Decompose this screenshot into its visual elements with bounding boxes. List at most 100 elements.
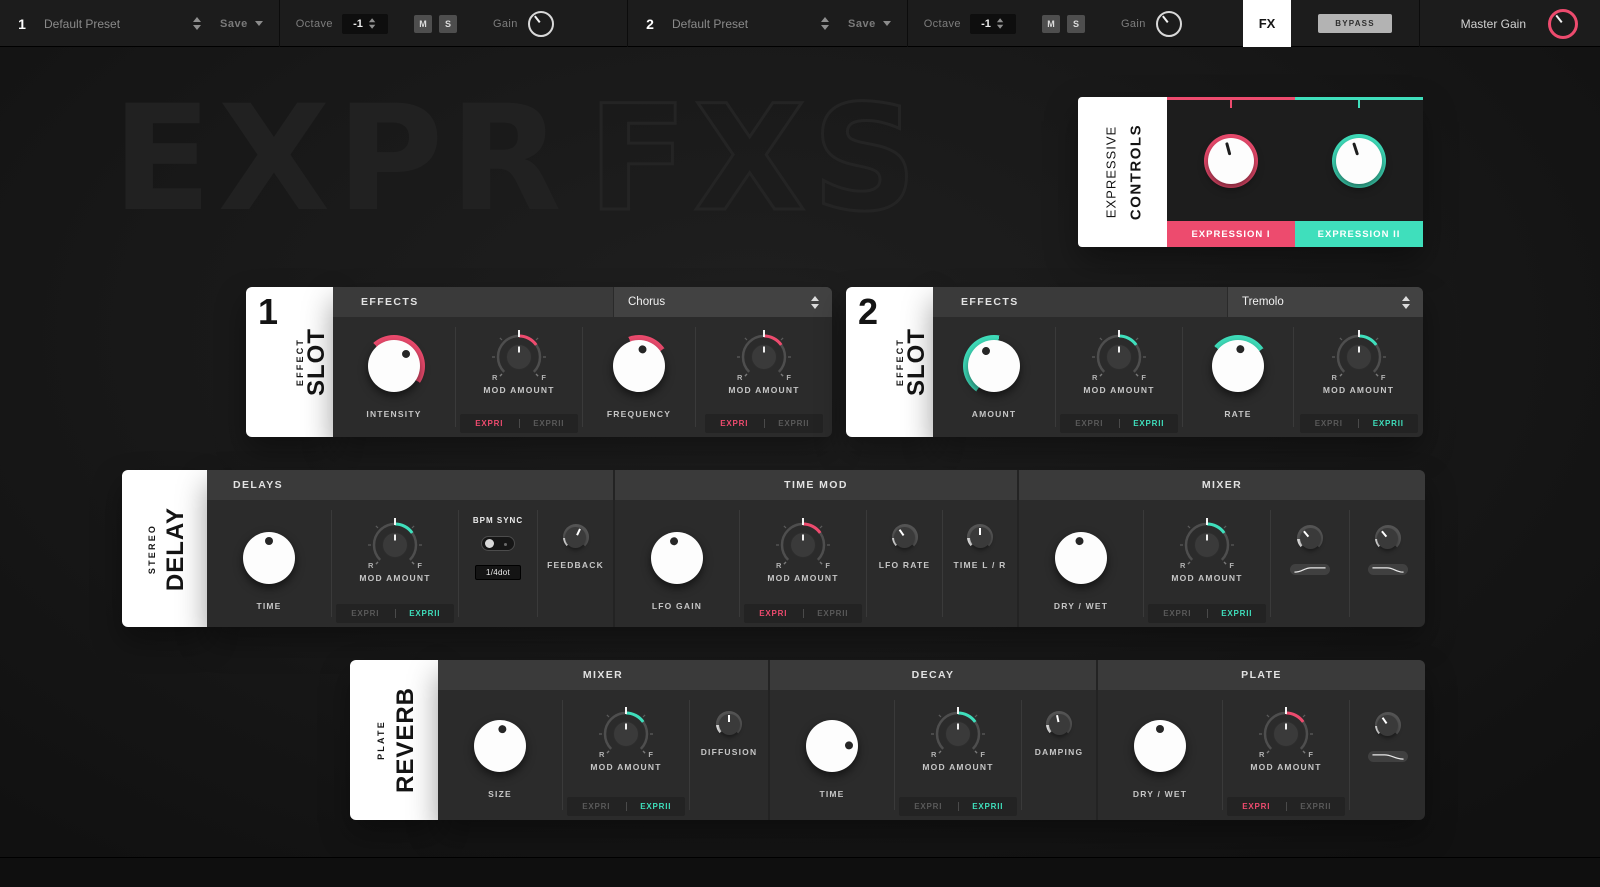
gain-knob-1[interactable] [527,10,554,37]
expri-option[interactable]: EXPRI [1227,797,1286,816]
diffusion-knob[interactable] [716,711,742,737]
expri-option[interactable]: EXPRI [705,414,764,433]
mod-range-r: R [931,750,937,759]
intensity-knob[interactable] [363,335,425,397]
effect-selector-2[interactable]: Tremolo [1227,287,1423,317]
updown-stepper-icon[interactable] [193,17,202,30]
rate-knob[interactable] [1207,335,1269,397]
expri-option[interactable]: EXPRI [336,604,395,623]
effect-selector-1[interactable]: Chorus [613,287,832,317]
lfo-rate-knob[interactable] [891,524,918,550]
preset-selector-1[interactable]: Default Preset [44,17,202,31]
mute-button-2[interactable]: M [1041,14,1060,33]
expression-assign-toggle[interactable]: EXPRI EXPRII [567,797,685,816]
expri-option[interactable]: EXPRI [567,797,626,816]
knob-label: DRY / WET [1053,601,1109,611]
expri-option[interactable]: EXPRI [899,797,958,816]
reverb-dry-wet-knob[interactable] [1129,715,1191,777]
master-gain-knob[interactable] [1548,8,1578,39]
side-label-bold: DELAY [162,506,189,591]
channel-2-strip: 2 Default Preset Save Octave -1 M S Gain [627,0,1243,47]
highpass-curve-icon[interactable] [1290,564,1330,575]
frequency-knob[interactable] [608,335,670,397]
mod-amount-knob[interactable]: R F [765,515,841,571]
exprii-option[interactable]: EXPRII [804,604,863,623]
bypass-button[interactable]: BYPASS [1318,14,1392,33]
expression-assign-toggle[interactable]: EXPRI EXPRII [1148,604,1266,623]
effect-value: Chorus [628,296,666,308]
mod-amount-knob[interactable]: R F [1081,327,1157,383]
expression-2-knob[interactable] [1332,134,1386,188]
exprii-option[interactable]: EXPRII [765,414,824,433]
feedback-knob[interactable] [562,524,589,550]
expri-option[interactable]: EXPRI [1148,604,1207,623]
expri-option[interactable]: EXPRI [1300,414,1359,433]
updown-stepper-icon[interactable] [368,18,376,29]
exprii-option[interactable]: EXPRII [1359,414,1418,433]
damping-knob[interactable] [1046,711,1072,737]
gain-knob-2[interactable] [1155,10,1182,37]
expression-assign-toggle[interactable]: EXPRI EXPRII [1299,414,1418,433]
octave-stepper-2[interactable]: -1 [969,13,1016,34]
solo-button-1[interactable]: S [438,14,457,33]
exprii-option[interactable]: EXPRII [396,604,455,623]
amount-knob[interactable] [963,335,1025,397]
expression-assign-toggle[interactable]: EXPRI EXPRII [744,604,862,623]
highpass-filter-control [1271,500,1349,627]
mod-amount-knob[interactable]: R F [1169,515,1245,571]
mod-amount-knob[interactable]: R F [1248,704,1324,760]
mod-amount-knob[interactable]: R F [357,515,433,571]
expression-assign-toggle[interactable]: EXPRI EXPRII [1060,414,1178,433]
lowpass-curve-icon[interactable] [1367,564,1408,575]
mod-amount-knob[interactable]: R F [588,704,664,760]
dry-wet-knob[interactable] [1050,527,1112,589]
expri-option[interactable]: EXPRI [460,414,519,433]
expressive-controls-side-label: EXPRESSIVE CONTROLS [1078,97,1167,247]
save-button-1[interactable]: Save [220,18,263,30]
exprii-option[interactable]: EXPRII [1287,797,1346,816]
bpm-sync-control: BPM SYNC 1/4dot [459,500,537,627]
exprii-option[interactable]: EXPRII [959,797,1018,816]
expression-assign-toggle[interactable]: EXPRI EXPRII [1227,797,1345,816]
octave-stepper-1[interactable]: -1 [341,13,388,34]
mod-amount-knob[interactable]: R F [481,327,557,383]
preset-selector-2[interactable]: Default Preset [672,17,830,31]
fx-tab[interactable]: FX [1243,0,1291,47]
preset-value: Default Preset [44,16,121,31]
expri-option[interactable]: EXPRI [1060,414,1119,433]
expression-assign-toggle[interactable]: EXPRI EXPRII [460,414,578,433]
mod-range-r: R [599,750,605,759]
sync-value-box[interactable]: 1/4dot [475,565,521,580]
save-button-2[interactable]: Save [848,18,891,30]
mod-amount-knob[interactable]: R F [1321,327,1397,383]
highpass-filter-knob[interactable] [1297,525,1323,551]
expression-assign-toggle[interactable]: EXPRI EXPRII [705,414,823,433]
exprii-option[interactable]: EXPRII [1208,604,1267,623]
solo-button-2[interactable]: S [1066,14,1085,33]
updown-stepper-icon[interactable] [996,18,1004,29]
updown-stepper-icon[interactable] [811,295,820,309]
mod-amount-knob[interactable]: R F [726,327,802,383]
expression-1-knob[interactable] [1204,134,1258,188]
updown-stepper-icon[interactable] [1402,295,1411,309]
plate-reverb-side-label: PLATE REVERB [350,660,438,820]
bpm-sync-switch[interactable] [481,536,515,551]
time-lr-knob[interactable] [967,524,993,550]
time-knob[interactable] [238,527,300,589]
save-label: Save [220,17,248,30]
mod-amount-knob[interactable]: R F [920,704,996,760]
mute-button-1[interactable]: M [413,14,432,33]
expression-assign-toggle[interactable]: EXPRI EXPRII [899,797,1017,816]
lowpass-filter-knob[interactable] [1374,525,1401,551]
exprii-option[interactable]: EXPRII [520,414,579,433]
lowpass-curve-icon[interactable] [1367,751,1408,762]
expri-option[interactable]: EXPRI [744,604,803,623]
expression-assign-toggle[interactable]: EXPRI EXPRII [336,604,454,623]
decay-time-knob[interactable] [801,715,863,777]
exprii-option[interactable]: EXPRII [627,797,686,816]
plate-filter-knob[interactable] [1374,712,1401,738]
lfo-gain-knob[interactable] [646,527,708,589]
updown-stepper-icon[interactable] [821,17,830,30]
exprii-option[interactable]: EXPRII [1120,414,1179,433]
size-knob[interactable] [469,715,531,777]
